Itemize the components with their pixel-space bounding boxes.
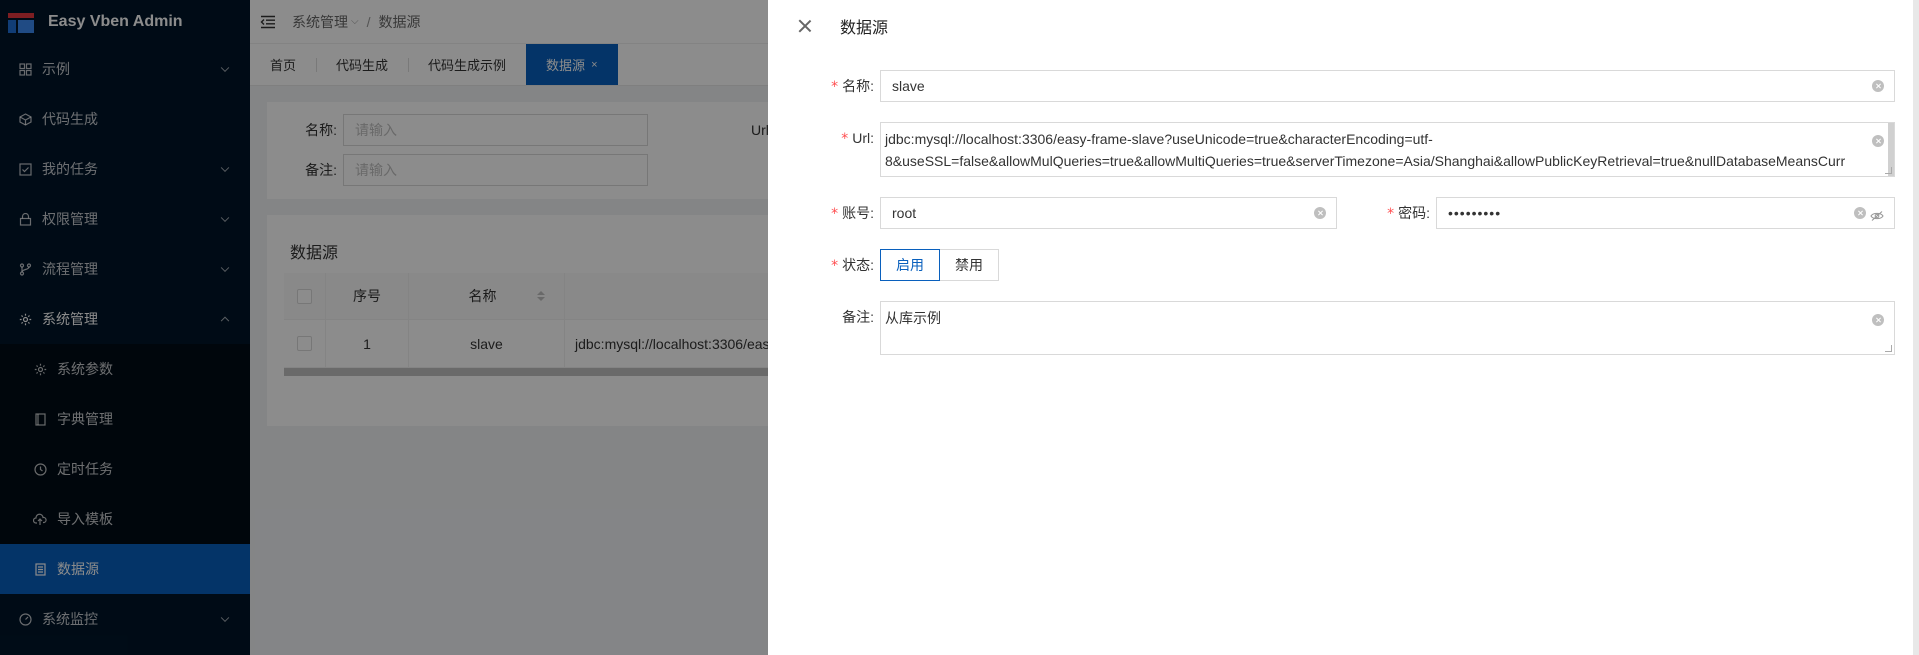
clear-icon[interactable] — [1872, 135, 1884, 147]
remark-label: 备注: — [842, 309, 874, 325]
remark-field[interactable]: 从库示例 — [880, 301, 1895, 355]
password-value: ••••••••• — [1448, 205, 1502, 221]
eye-off-icon[interactable] — [1870, 208, 1884, 221]
resize-handle[interactable] — [1885, 167, 1892, 174]
status-enabled-option[interactable]: 启用 — [880, 249, 940, 281]
form-row-status: * 状态: 启用 禁用 — [768, 249, 999, 282]
close-icon[interactable] — [798, 19, 812, 33]
drawer-title: 数据源 — [840, 20, 889, 37]
form-row-url: * Url: jdbc:mysql://localhost:3306/easy-f… — [768, 122, 1895, 177]
drawer-header: 数据源 — [768, 0, 1919, 52]
url-line-2: 8&useSSL=false&allowMulQueries=true&allo… — [885, 153, 1846, 169]
account-value: root — [892, 205, 917, 221]
url-field[interactable]: jdbc:mysql://localhost:3306/easy-frame-s… — [880, 122, 1895, 177]
status-label: * 状态: — [831, 257, 874, 274]
clear-icon[interactable] — [1872, 80, 1884, 92]
status-radio-group: 启用 禁用 — [880, 249, 999, 281]
url-line-1: jdbc:mysql://localhost:3306/easy-frame-s… — [885, 131, 1433, 147]
name-field[interactable]: slave — [880, 70, 1895, 102]
clear-icon[interactable] — [1872, 314, 1884, 326]
status-disabled-option[interactable]: 禁用 — [939, 249, 999, 281]
required-mark: * — [831, 206, 839, 222]
name-value: slave — [892, 78, 925, 94]
clear-icon[interactable] — [1854, 207, 1866, 219]
password-field[interactable]: ••••••••• — [1436, 197, 1895, 229]
password-label: * 密码: — [1387, 205, 1430, 222]
form-row-name: * 名称: slave — [768, 70, 1895, 103]
datasource-drawer: 数据源 * 名称: slave * Url: jdbc:mysql://localh… — [768, 0, 1919, 655]
required-mark: * — [841, 131, 849, 147]
required-mark: * — [831, 79, 839, 95]
required-mark: * — [1387, 206, 1395, 222]
resize-handle[interactable] — [1885, 345, 1892, 352]
account-label: * 账号: — [831, 205, 874, 222]
remark-value: 从库示例 — [885, 310, 941, 326]
form-row-account: * 账号: root — [768, 197, 1337, 230]
account-field[interactable]: root — [880, 197, 1337, 229]
drawer-scrollbar[interactable] — [1913, 0, 1919, 655]
form-row-remark: 备注: 从库示例 — [768, 301, 1895, 355]
form-row-password: * 密码: ••••••••• — [1324, 197, 1895, 230]
url-label: * Url: — [841, 130, 874, 147]
required-mark: * — [831, 258, 839, 274]
name-label: * 名称: — [831, 78, 874, 95]
